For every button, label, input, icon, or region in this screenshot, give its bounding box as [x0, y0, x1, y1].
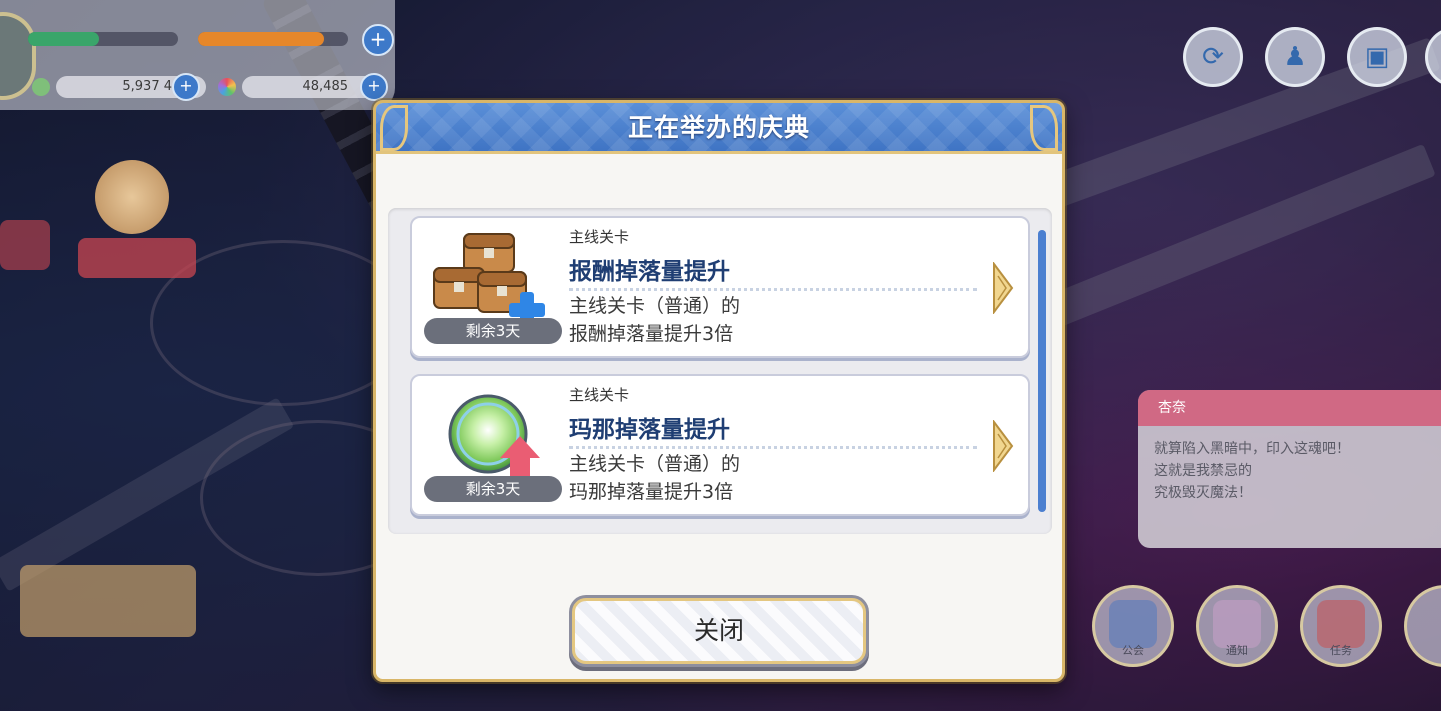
dialog-title: 正在举办的庆典 [627, 113, 810, 142]
event-desc-line: 报酬掉落量提升3倍 [569, 323, 734, 345]
remaining-days-badge: 剩余3天 [424, 318, 562, 344]
event-banner[interactable] [20, 565, 196, 637]
chibi-character-icon[interactable] [95, 160, 169, 234]
event-category: 主线关卡 [569, 386, 630, 404]
corner-ornament-icon [380, 105, 408, 151]
figure-icon: ♟ [1283, 42, 1307, 72]
dotted-divider [569, 288, 977, 291]
refresh-icon: ⟳ [1202, 42, 1224, 72]
event-card-mana-drop[interactable]: 剩余3天 主线关卡 玛那掉落量提升 主线关卡（普通）的 玛那掉落量提升3倍 [410, 374, 1030, 516]
character-speech-panel: 杏奈 就算陷入黑暗中，印入这魂吧！ 这就是我禁忌的 究极毁灭魔法！ [1138, 390, 1441, 548]
event-title: 玛那掉落量提升 [569, 417, 730, 443]
event-category: 主线关卡 [569, 228, 630, 246]
stamina-bar-fill [198, 32, 324, 46]
event-list[interactable]: 剩余3天 主线关卡 报酬掉落量提升 主线关卡（普通）的 报酬掉落量提升3倍 剩余… [388, 208, 1052, 534]
list-scrollbar[interactable] [1038, 230, 1046, 512]
close-button[interactable]: 关闭 [572, 598, 866, 664]
speech-line: 究极毁灭魔法！ [1154, 485, 1252, 501]
jewel-icon [218, 78, 236, 96]
event-description: 主线关卡（普通）的 玛那掉落量提升3倍 [569, 450, 740, 506]
exp-bar-fill [28, 32, 99, 46]
character-button[interactable]: ♟ [1265, 27, 1325, 87]
notice-label: 通知 [1226, 644, 1248, 657]
event-card-reward-drop[interactable]: 剩余3天 主线关卡 报酬掉落量提升 主线关卡（普通）的 报酬掉落量提升3倍 [410, 216, 1030, 358]
event-banner[interactable] [78, 238, 196, 278]
mail-icon [1213, 600, 1261, 648]
remaining-days-badge: 剩余3天 [424, 476, 562, 502]
stamina-bar [198, 32, 348, 46]
level-ring [0, 12, 36, 100]
speech-text: 就算陷入黑暗中，印入这魂吧！ 这就是我禁忌的 究极毁灭魔法！ [1138, 426, 1441, 516]
festival-dialog: 正在举办的庆典 剩余3天 主线关卡 报酬掉落量提升 主线关卡（普通）的 报酬掉落… [373, 100, 1065, 682]
event-desc-line: 主线关卡（普通）的 [569, 295, 741, 317]
exp-bar [28, 32, 178, 46]
speech-line: 这就是我禁忌的 [1154, 463, 1252, 479]
chevron-right-icon[interactable] [992, 261, 1014, 315]
mission-button[interactable]: 任务 [1300, 585, 1382, 667]
event-banner[interactable] [0, 220, 50, 270]
panel-icon: ▣ [1364, 42, 1390, 72]
dialog-header: 正在举办的庆典 [376, 103, 1062, 154]
shield-icon [1109, 600, 1157, 648]
speech-line: 就算陷入黑暗中，印入这魂吧！ [1154, 441, 1350, 457]
mission-label: 任务 [1330, 644, 1352, 657]
treasure-chest-plus-icon [420, 228, 560, 328]
chevron-right-icon[interactable] [992, 419, 1014, 473]
speaker-name: 杏奈 [1138, 390, 1441, 426]
corner-ornament-icon [1030, 105, 1058, 151]
add-coin-button[interactable]: + [172, 73, 200, 101]
dotted-divider [569, 446, 977, 449]
medal-icon [1317, 600, 1365, 648]
add-jewel-button[interactable]: + [360, 73, 388, 101]
event-desc-line: 主线关卡（普通）的 [569, 453, 741, 475]
event-title: 报酬掉落量提升 [569, 259, 730, 285]
guild-label: 公会 [1122, 644, 1144, 657]
player-hud: + 5,937 4 + 48,485 + [0, 0, 395, 110]
event-desc-line: 玛那掉落量提升3倍 [569, 481, 734, 503]
guild-button[interactable]: 公会 [1092, 585, 1174, 667]
notice-button[interactable]: 通知 [1196, 585, 1278, 667]
coin-icon [32, 78, 50, 96]
menu-button[interactable]: ▣ [1347, 27, 1407, 87]
scrollbar-thumb[interactable] [1038, 230, 1046, 512]
add-stamina-button[interactable]: + [362, 24, 394, 56]
mana-orb-up-icon [420, 386, 560, 486]
event-description: 主线关卡（普通）的 报酬掉落量提升3倍 [569, 292, 740, 348]
refresh-button[interactable]: ⟳ [1183, 27, 1243, 87]
